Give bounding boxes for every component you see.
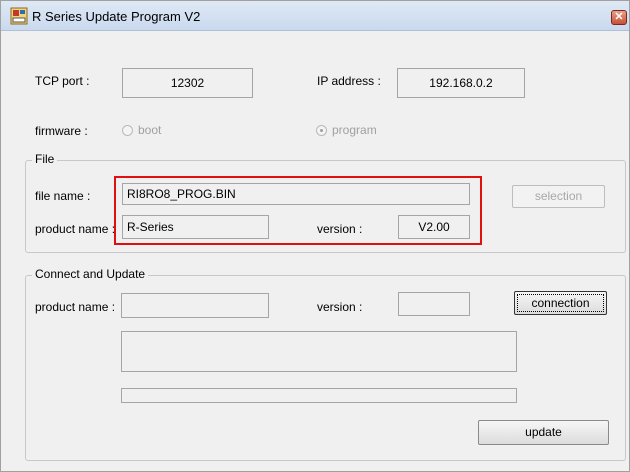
radio-label: program: [332, 123, 377, 137]
app-icon: [10, 7, 28, 25]
connect-product-name-field[interactable]: [121, 293, 269, 318]
ip-address-label: IP address :: [317, 74, 381, 88]
window-title: R Series Update Program V2: [32, 9, 201, 24]
radio-label: boot: [138, 123, 162, 137]
selection-button[interactable]: selection: [512, 185, 605, 208]
connect-version-field[interactable]: [398, 292, 470, 316]
connect-version-label: version :: [317, 300, 363, 314]
firmware-label: firmware :: [35, 124, 88, 138]
file-name-label: file name :: [35, 189, 91, 203]
highlight-box: [114, 176, 482, 245]
update-button[interactable]: update: [478, 420, 609, 445]
connection-button[interactable]: connection: [514, 291, 607, 315]
tcp-port-label: TCP port :: [35, 74, 90, 88]
firmware-radio-boot[interactable]: boot: [122, 123, 161, 137]
firmware-radio-program[interactable]: program: [316, 123, 377, 137]
product-name-label: product name :: [35, 222, 116, 236]
ip-address-field[interactable]: 192.168.0.2: [397, 68, 525, 98]
status-log-area: [121, 331, 517, 372]
radio-selected-icon: [316, 124, 327, 136]
close-button[interactable]: ✕: [611, 10, 627, 25]
tcp-port-field[interactable]: 12302: [122, 68, 253, 98]
radio-circle-icon: [122, 124, 133, 136]
title-bar[interactable]: R Series Update Program V2 ✕: [1, 1, 629, 31]
connect-update-group-title: Connect and Update: [32, 267, 149, 281]
file-group-title: File: [32, 152, 58, 166]
progress-bar: [121, 388, 517, 403]
connect-product-name-label: product name :: [35, 300, 116, 314]
update-program-window: R Series Update Program V2 ✕ TCP port : …: [0, 0, 630, 472]
